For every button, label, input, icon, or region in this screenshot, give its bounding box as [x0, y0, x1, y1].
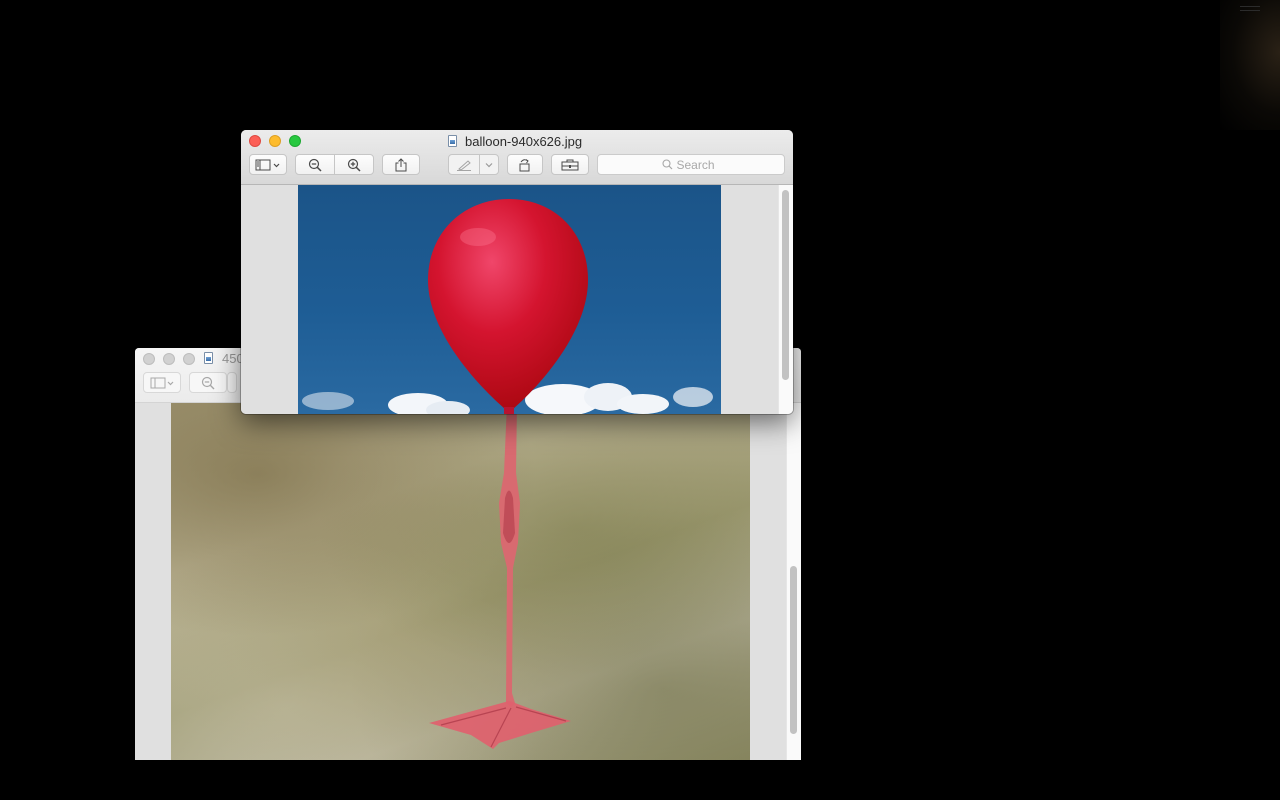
balloon-image: [298, 185, 721, 414]
zoom-in-icon: [347, 158, 361, 172]
close-button[interactable]: [249, 135, 261, 147]
toolbox-button[interactable]: [551, 154, 589, 175]
minimize-button[interactable]: [269, 135, 281, 147]
search-input[interactable]: [676, 157, 721, 172]
document-icon: [204, 352, 213, 364]
window-title: balloon-940x626.jpg: [465, 134, 583, 149]
close-button[interactable]: [143, 353, 155, 365]
share-button[interactable]: [382, 154, 420, 175]
zoom-out-button[interactable]: [189, 372, 227, 393]
rotate-button[interactable]: [507, 154, 543, 175]
menu-extras-icon: [1240, 6, 1260, 16]
balloon-illustration: [302, 199, 713, 414]
zoom-button[interactable]: [183, 353, 195, 365]
chevron-down-icon: [485, 162, 493, 167]
rotate-icon: [519, 158, 530, 171]
scroll-thumb[interactable]: [782, 190, 789, 380]
document-view[interactable]: [241, 185, 793, 414]
document-view[interactable]: [135, 403, 801, 760]
sidebar-toggle-button[interactable]: [143, 372, 181, 393]
titlebar: balloon-940x626.jpg: [241, 130, 793, 185]
sidebar-toggle-icon: [255, 159, 280, 170]
markup-pen-icon: [457, 159, 471, 171]
zoom-button[interactable]: [289, 135, 301, 147]
markup-menu-button[interactable]: [479, 154, 499, 175]
desktop-background-glow: [1220, 0, 1280, 130]
document-icon: [448, 135, 457, 147]
zoom-out-icon: [308, 158, 322, 172]
sidebar-toggle-button[interactable]: [249, 154, 287, 175]
scroll-thumb[interactable]: [790, 566, 797, 734]
vertical-scrollbar[interactable]: [786, 403, 801, 760]
zoom-out-icon: [201, 376, 215, 389]
preview-window-front[interactable]: balloon-940x626.jpg: [241, 130, 793, 414]
share-icon: [395, 157, 407, 171]
search-field[interactable]: [597, 154, 785, 175]
flamingo-leg-illustration: [429, 403, 571, 749]
vertical-scrollbar[interactable]: [778, 185, 793, 414]
zoom-in-button[interactable]: [334, 154, 374, 175]
toolbox-icon: [561, 159, 579, 170]
minimize-button[interactable]: [163, 353, 175, 365]
zoom-out-button[interactable]: [295, 154, 335, 175]
flamingo-image: [171, 403, 750, 760]
markup-button[interactable]: [448, 154, 480, 175]
zoom-in-button[interactable]: [227, 372, 237, 393]
search-icon: [661, 159, 672, 170]
sidebar-toggle-icon: [150, 377, 174, 388]
